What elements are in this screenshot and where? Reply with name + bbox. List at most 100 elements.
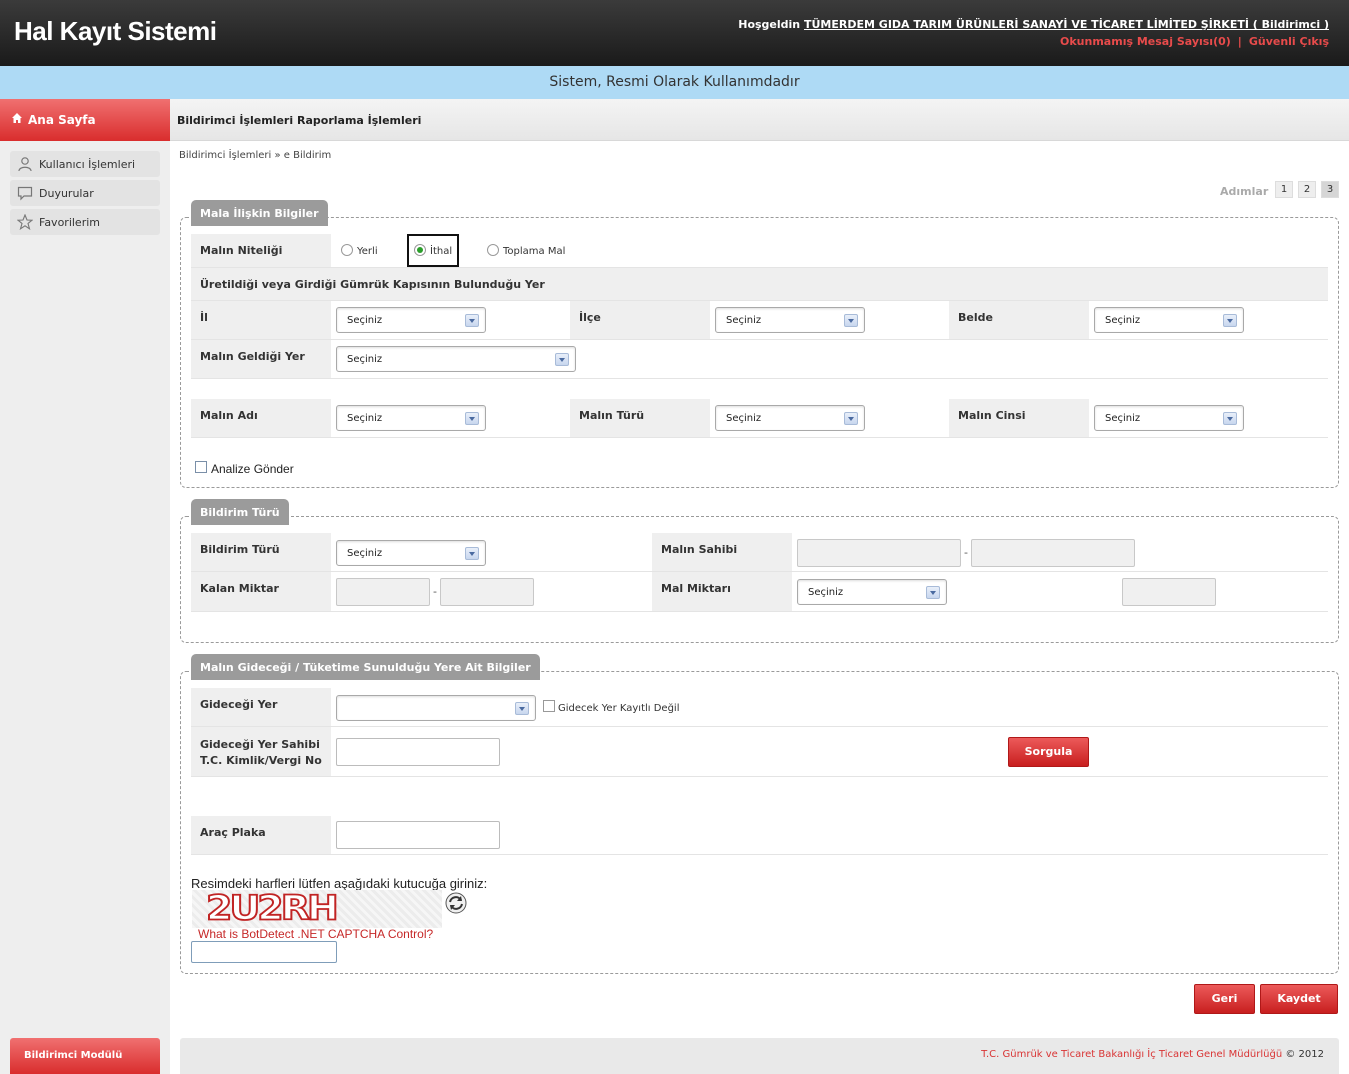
origin-place-select-value: Seçiniz [347,354,383,365]
district-select-value: Seçiniz [726,315,762,326]
steps-label: Adımlar [1220,185,1269,198]
origin-heading-row: Üretildiği veya Girdiği Gümrük Kapısının… [191,268,1328,301]
goods-info-legend: Mala İlişkin Bilgiler [191,200,328,226]
goods-nature-label: Malın Niteliği [191,234,331,267]
sidebar-item-favorites[interactable]: Favorilerim [10,209,160,235]
province-select-value: Seçiniz [347,315,383,326]
sidebar-item-label: Favorilerim [39,216,100,229]
sidebar-item-users[interactable]: Kullanıcı İşlemleri [10,151,160,177]
remaining-quantity-input[interactable] [336,578,430,606]
unregistered-destination-label: Gidecek Yer Kayıtlı Değil [558,703,680,714]
owner-id-input[interactable] [797,539,961,567]
send-to-analysis-label: Analize Gönder [211,462,294,476]
notification-type-select[interactable]: Seçiniz [336,540,486,566]
speech-bubble-icon [17,186,33,201]
radio-domestic[interactable] [341,244,353,256]
captcha-input[interactable] [191,941,337,963]
goods-name-select-value: Seçiniz [347,413,383,424]
query-button[interactable]: Sorgula [1008,737,1089,767]
district-select[interactable]: Seçiniz [715,307,865,333]
remaining-unit-input[interactable] [440,578,534,606]
chevron-down-icon [844,314,858,327]
send-to-analysis-checkbox[interactable] [195,461,207,473]
header-links: Okunmamış Mesaj Sayısı(0) | Güvenli Çıkış [1060,35,1329,48]
save-button[interactable]: Kaydet [1260,984,1338,1014]
owner-label: Malın Sahibi [652,533,792,571]
header-bar: Hal Kayıt Sistemi Hoşgeldin TÜMERDEM GID… [0,0,1349,66]
notification-type-select-value: Seçiniz [347,548,383,559]
town-label: Belde [949,301,1089,339]
destination-label: Gideceği Yer [191,688,331,726]
owner-name-input[interactable] [971,539,1135,567]
destination-legend: Malın Gideceği / Tüketime Sunulduğu Yere… [191,654,540,680]
step-2[interactable]: 2 [1298,181,1316,198]
captcha-text: 2U2RH [205,890,340,928]
goods-variety-label: Malın Cinsi [949,399,1089,437]
notification-type-legend: Bildirim Türü [191,499,289,525]
destination-select[interactable] [336,695,536,721]
goods-kind-select-value: Seçiniz [726,413,762,424]
menu-notifier-operations[interactable]: Bildirimci İşlemleri [177,114,293,127]
destination-owner-id-input[interactable] [336,738,500,766]
vehicle-plate-input[interactable] [336,821,500,849]
quantity-unit-select[interactable]: Seçiniz [797,579,947,605]
goods-name-select[interactable]: Seçiniz [336,405,486,431]
remaining-quantity-label: Kalan Miktar [191,572,331,611]
welcome-text: Hoşgeldin TÜMERDEM GIDA TARIM ÜRÜNLERİ S… [738,18,1329,31]
module-button[interactable]: Bildirimci Modülü [10,1038,160,1074]
refresh-captcha-icon[interactable] [445,892,467,914]
radio-collected-label: Toplama Mal [503,246,566,257]
menu-reporting-operations[interactable]: Raporlama İşlemleri [297,114,421,127]
chevron-down-icon [515,702,529,715]
quantity-unit-select-value: Seçiniz [808,587,844,598]
user-name-link[interactable]: TÜMERDEM GIDA TARIM ÜRÜNLERİ SANAYİ VE T… [804,18,1329,31]
destination-owner-label: Gideceği Yer Sahibi T.C. Kimlik/Vergi No [191,727,331,776]
origin-heading: Üretildiği veya Girdiği Gümrük Kapısının… [200,278,545,291]
sidebar-item-announcements[interactable]: Duyurular [10,180,160,206]
menu-bar: Bildirimci İşlemleri Raporlama İşlemleri [170,99,1349,141]
radio-import-label: İthal [430,246,453,257]
unregistered-destination-checkbox[interactable] [543,700,555,712]
chevron-down-icon [1223,314,1237,327]
captcha-prompt: Resimdeki harfleri lütfen aşağıdaki kutu… [191,876,488,891]
radio-collected[interactable] [487,244,499,256]
chevron-down-icon [1223,412,1237,425]
vehicle-plate-label: Araç Plaka [191,816,331,854]
origin-place-select[interactable]: Seçiniz [336,346,576,372]
goods-quantity-input[interactable] [1122,578,1216,606]
logout-link[interactable]: Güvenli Çıkış [1249,35,1329,48]
home-tab[interactable]: Ana Sayfa [0,99,170,141]
app-title: Hal Kayıt Sistemi [14,16,217,46]
home-label: Ana Sayfa [28,113,96,127]
sidebar-item-label: Duyurular [39,187,94,200]
radio-import[interactable] [414,244,426,256]
unread-messages-link[interactable]: Okunmamış Mesaj Sayısı(0) [1060,35,1231,48]
dash-separator: - [433,585,437,598]
breadcrumb: Bildirimci İşlemleri » e Bildirim [179,150,332,161]
captcha-image: 2U2RH [192,890,442,928]
dash-separator: - [964,546,968,559]
footer-copyright: © 2012 [1285,1049,1324,1060]
origin-place-label: Malın Geldiği Yer [191,340,331,378]
province-select[interactable]: Seçiniz [336,307,486,333]
footer-org-link[interactable]: T.C. Gümrük ve Ticaret Bakanlığı İç Tica… [981,1049,1282,1060]
step-1[interactable]: 1 [1275,181,1293,198]
step-3[interactable]: 3 [1321,181,1339,198]
province-label: İl [191,301,331,339]
welcome-prefix: Hoşgeldin [738,18,801,31]
district-label: İlçe [570,301,710,339]
header-separator: | [1237,35,1242,48]
system-notice: Sistem, Resmi Olarak Kullanımdadır [0,66,1349,99]
captcha-info-link[interactable]: What is BotDetect .NET CAPTCHA Control? [198,927,433,941]
back-button[interactable]: Geri [1194,984,1255,1014]
user-icon [18,157,32,172]
goods-name-label: Malın Adı [191,399,331,437]
goods-kind-select[interactable]: Seçiniz [715,405,865,431]
goods-variety-select[interactable]: Seçiniz [1094,405,1244,431]
home-icon [12,113,22,123]
town-select-value: Seçiniz [1105,315,1141,326]
sidebar: Kullanıcı İşlemleri Duyurular Favorileri… [0,141,170,1074]
chevron-down-icon [465,314,479,327]
town-select[interactable]: Seçiniz [1094,307,1244,333]
destination-owner-label-line1: Gideceği Yer Sahibi [200,738,320,751]
